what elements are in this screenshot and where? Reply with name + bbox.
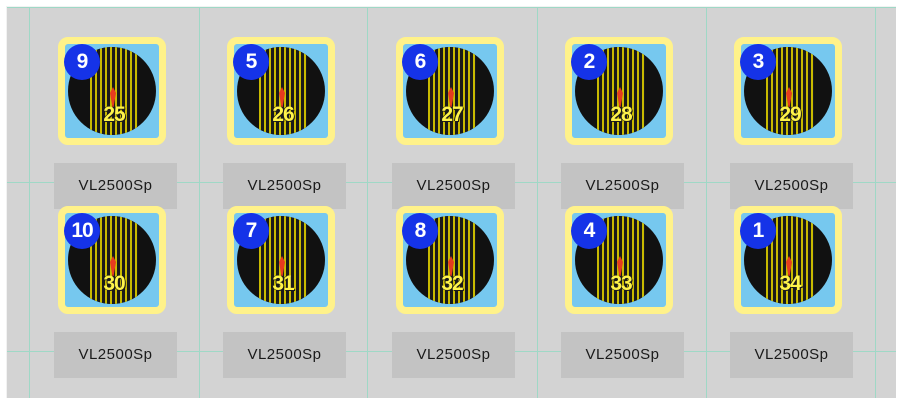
- fixture-tile[interactable]: 25 9: [58, 37, 166, 145]
- fixture[interactable]: 30 10 VL2500Sp: [50, 176, 177, 378]
- fixture-tile[interactable]: 27 6: [396, 37, 504, 145]
- dmx-address: 30: [103, 272, 125, 295]
- fixture-tile[interactable]: 26 5: [227, 37, 335, 145]
- fixture-number-badge: 8: [402, 213, 438, 249]
- fixture-tile[interactable]: 29 3: [734, 37, 842, 145]
- dmx-address: 25: [103, 103, 125, 126]
- fixture-number-badge: 9: [64, 44, 100, 80]
- fixture[interactable]: 27 6 VL2500Sp: [388, 7, 515, 209]
- fixture-number-badge: 10: [64, 213, 100, 249]
- fixture-model-label: VL2500Sp: [223, 332, 346, 378]
- fixture[interactable]: 25 9 VL2500Sp: [50, 7, 177, 209]
- dmx-address: 34: [779, 272, 801, 295]
- fixture-number-badge: 2: [571, 44, 607, 80]
- fixture-tile[interactable]: 31 7: [227, 206, 335, 314]
- fixture-tile[interactable]: 30 10: [58, 206, 166, 314]
- fixture-number-badge: 3: [740, 44, 776, 80]
- fixture[interactable]: 31 7 VL2500Sp: [219, 176, 346, 378]
- grid-line: [875, 7, 876, 398]
- fixture-tile[interactable]: 32 8: [396, 206, 504, 314]
- dmx-address: 32: [441, 272, 463, 295]
- fixture-model-label: VL2500Sp: [54, 332, 177, 378]
- grid-line: [367, 7, 368, 398]
- fixture[interactable]: 34 1 VL2500Sp: [726, 176, 853, 378]
- grid-line: [199, 7, 200, 398]
- fixture-model-label: VL2500Sp: [730, 332, 853, 378]
- fixture[interactable]: 28 2 VL2500Sp: [557, 7, 684, 209]
- fixture-number-badge: 7: [233, 213, 269, 249]
- dmx-address: 33: [610, 272, 632, 295]
- dmx-address: 26: [272, 103, 294, 126]
- fixture-number-badge: 6: [402, 44, 438, 80]
- fixture-model-label: VL2500Sp: [392, 332, 515, 378]
- fixture-number-badge: 1: [740, 213, 776, 249]
- fixture-tile[interactable]: 34 1: [734, 206, 842, 314]
- dmx-address: 27: [441, 103, 463, 126]
- dmx-address: 29: [779, 103, 801, 126]
- fixture-tile[interactable]: 33 4: [565, 206, 673, 314]
- grid-line: [29, 7, 30, 398]
- fixture-number-badge: 5: [233, 44, 269, 80]
- grid-line: [537, 7, 538, 398]
- fixture-layout-canvas[interactable]: 25 9 VL2500Sp 26 5 VL2500Sp 27 6 VL2500S…: [6, 6, 896, 398]
- fixture[interactable]: 29 3 VL2500Sp: [726, 7, 853, 209]
- fixture[interactable]: 32 8 VL2500Sp: [388, 176, 515, 378]
- grid-line: [706, 7, 707, 398]
- fixture[interactable]: 26 5 VL2500Sp: [219, 7, 346, 209]
- fixture-tile[interactable]: 28 2: [565, 37, 673, 145]
- dmx-address: 31: [272, 272, 294, 295]
- fixture-number-badge: 4: [571, 213, 607, 249]
- dmx-address: 28: [610, 103, 632, 126]
- fixture[interactable]: 33 4 VL2500Sp: [557, 176, 684, 378]
- fixture-model-label: VL2500Sp: [561, 332, 684, 378]
